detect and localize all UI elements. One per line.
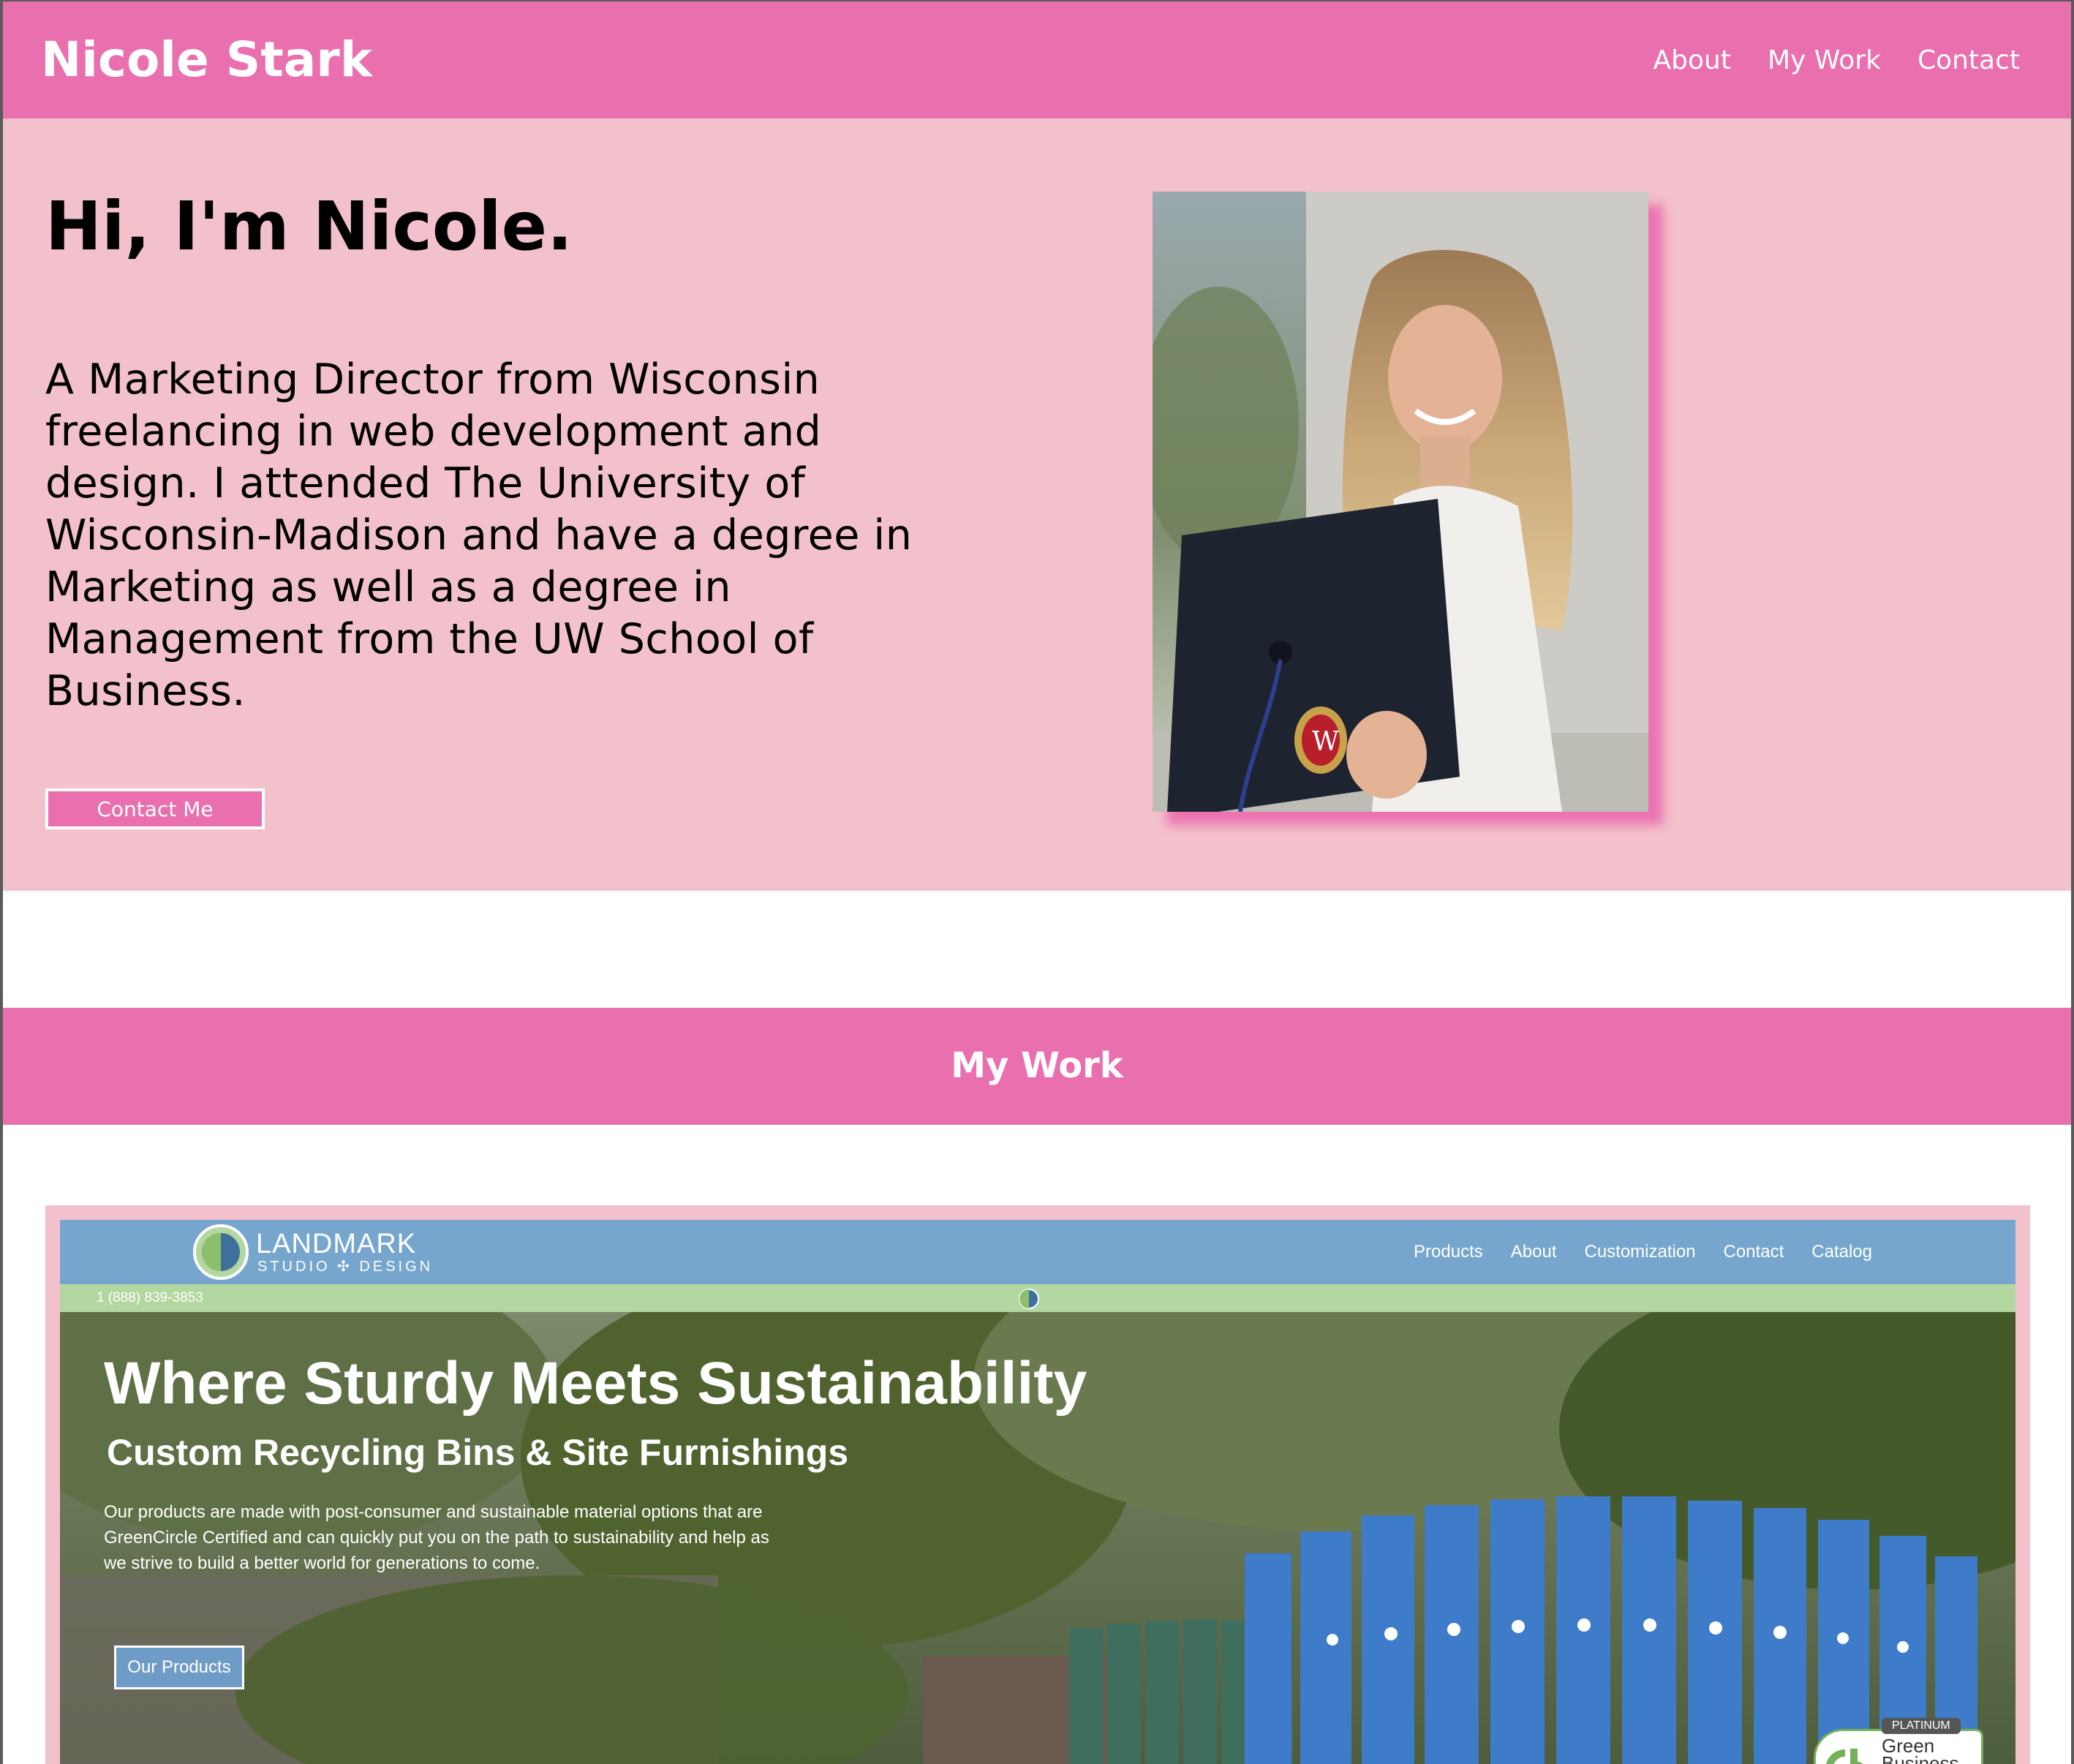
site-brand[interactable]: Nicole Stark [41, 29, 372, 91]
nav-contact-link[interactable]: Contact [1917, 42, 2020, 79]
hero-section: Hi, I'm Nicole. A Marketing Director fro… [3, 118, 2071, 891]
portfolio-page: Nicole Stark About My Work Contact Hi, I… [3, 1, 2071, 1764]
hero-title: Hi, I'm Nicole. [45, 187, 573, 265]
badge-text: Green Business Bureau [1882, 1735, 1959, 1764]
portrait-frame: W [1153, 192, 1648, 812]
landmark-logo-subtitle: STUDIO ✣ DESIGN [257, 1259, 434, 1275]
my-work-section: My Work [3, 1008, 2071, 1125]
landmark-logo[interactable]: LANDMARK STUDIO ✣ DESIGN [192, 1223, 455, 1281]
badge-platinum-tag: PLATINUM [1882, 1718, 1961, 1734]
project-nav-products[interactable]: Products [1414, 1239, 1483, 1265]
globe-icon [1019, 1289, 1039, 1309]
project-phone[interactable]: 1 (888) 839-3853 [97, 1289, 203, 1308]
project-description: Our products are made with post-consumer… [104, 1502, 769, 1573]
project-nav-about[interactable]: About [1511, 1239, 1557, 1265]
gbb-logo-icon [1826, 1749, 1863, 1764]
project-headline: Where Sturdy Meets Sustainability [104, 1350, 1087, 1417]
project-nav-customization[interactable]: Customization [1584, 1239, 1695, 1265]
nav-my-work-link[interactable]: My Work [1768, 42, 1881, 79]
portrait-photo: W [1153, 192, 1648, 812]
project-screenshot[interactable]: LANDMARK STUDIO ✣ DESIGN Products About … [60, 1220, 2015, 1764]
main-nav: About My Work Contact [1653, 42, 2020, 79]
project-hero: Where Sturdy Meets Sustainability Custom… [60, 1312, 2015, 1764]
our-products-button[interactable]: Our Products [114, 1646, 244, 1689]
landmark-logo-icon [193, 1224, 249, 1280]
project-nav-menu: Products About Customization Contact Cat… [1414, 1239, 1872, 1265]
nav-about-link[interactable]: About [1653, 42, 1731, 79]
site-header: Nicole Stark About My Work Contact [3, 1, 2071, 118]
project-subheadline: Custom Recycling Bins & Site Furnishings [107, 1432, 849, 1473]
green-business-bureau-badge[interactable]: PLATINUM Green Business Bureau [1814, 1718, 1983, 1764]
hero-bio: A Marketing Director from Wisconsin free… [45, 355, 913, 715]
project-card-landmark[interactable]: LANDMARK STUDIO ✣ DESIGN Products About … [45, 1205, 2030, 1764]
my-work-title: My Work [951, 1045, 1123, 1086]
project-nav-contact[interactable]: Contact [1724, 1239, 1784, 1265]
project-info-strip: 1 (888) 839-3853 [60, 1284, 2015, 1312]
project-navbar: LANDMARK STUDIO ✣ DESIGN Products About … [60, 1220, 2015, 1284]
project-nav-catalog[interactable]: Catalog [1811, 1239, 1872, 1265]
svg-text:W: W [1312, 727, 1339, 757]
landmark-logo-name: LANDMARK [256, 1229, 417, 1259]
contact-me-button[interactable]: Contact Me [45, 788, 265, 829]
